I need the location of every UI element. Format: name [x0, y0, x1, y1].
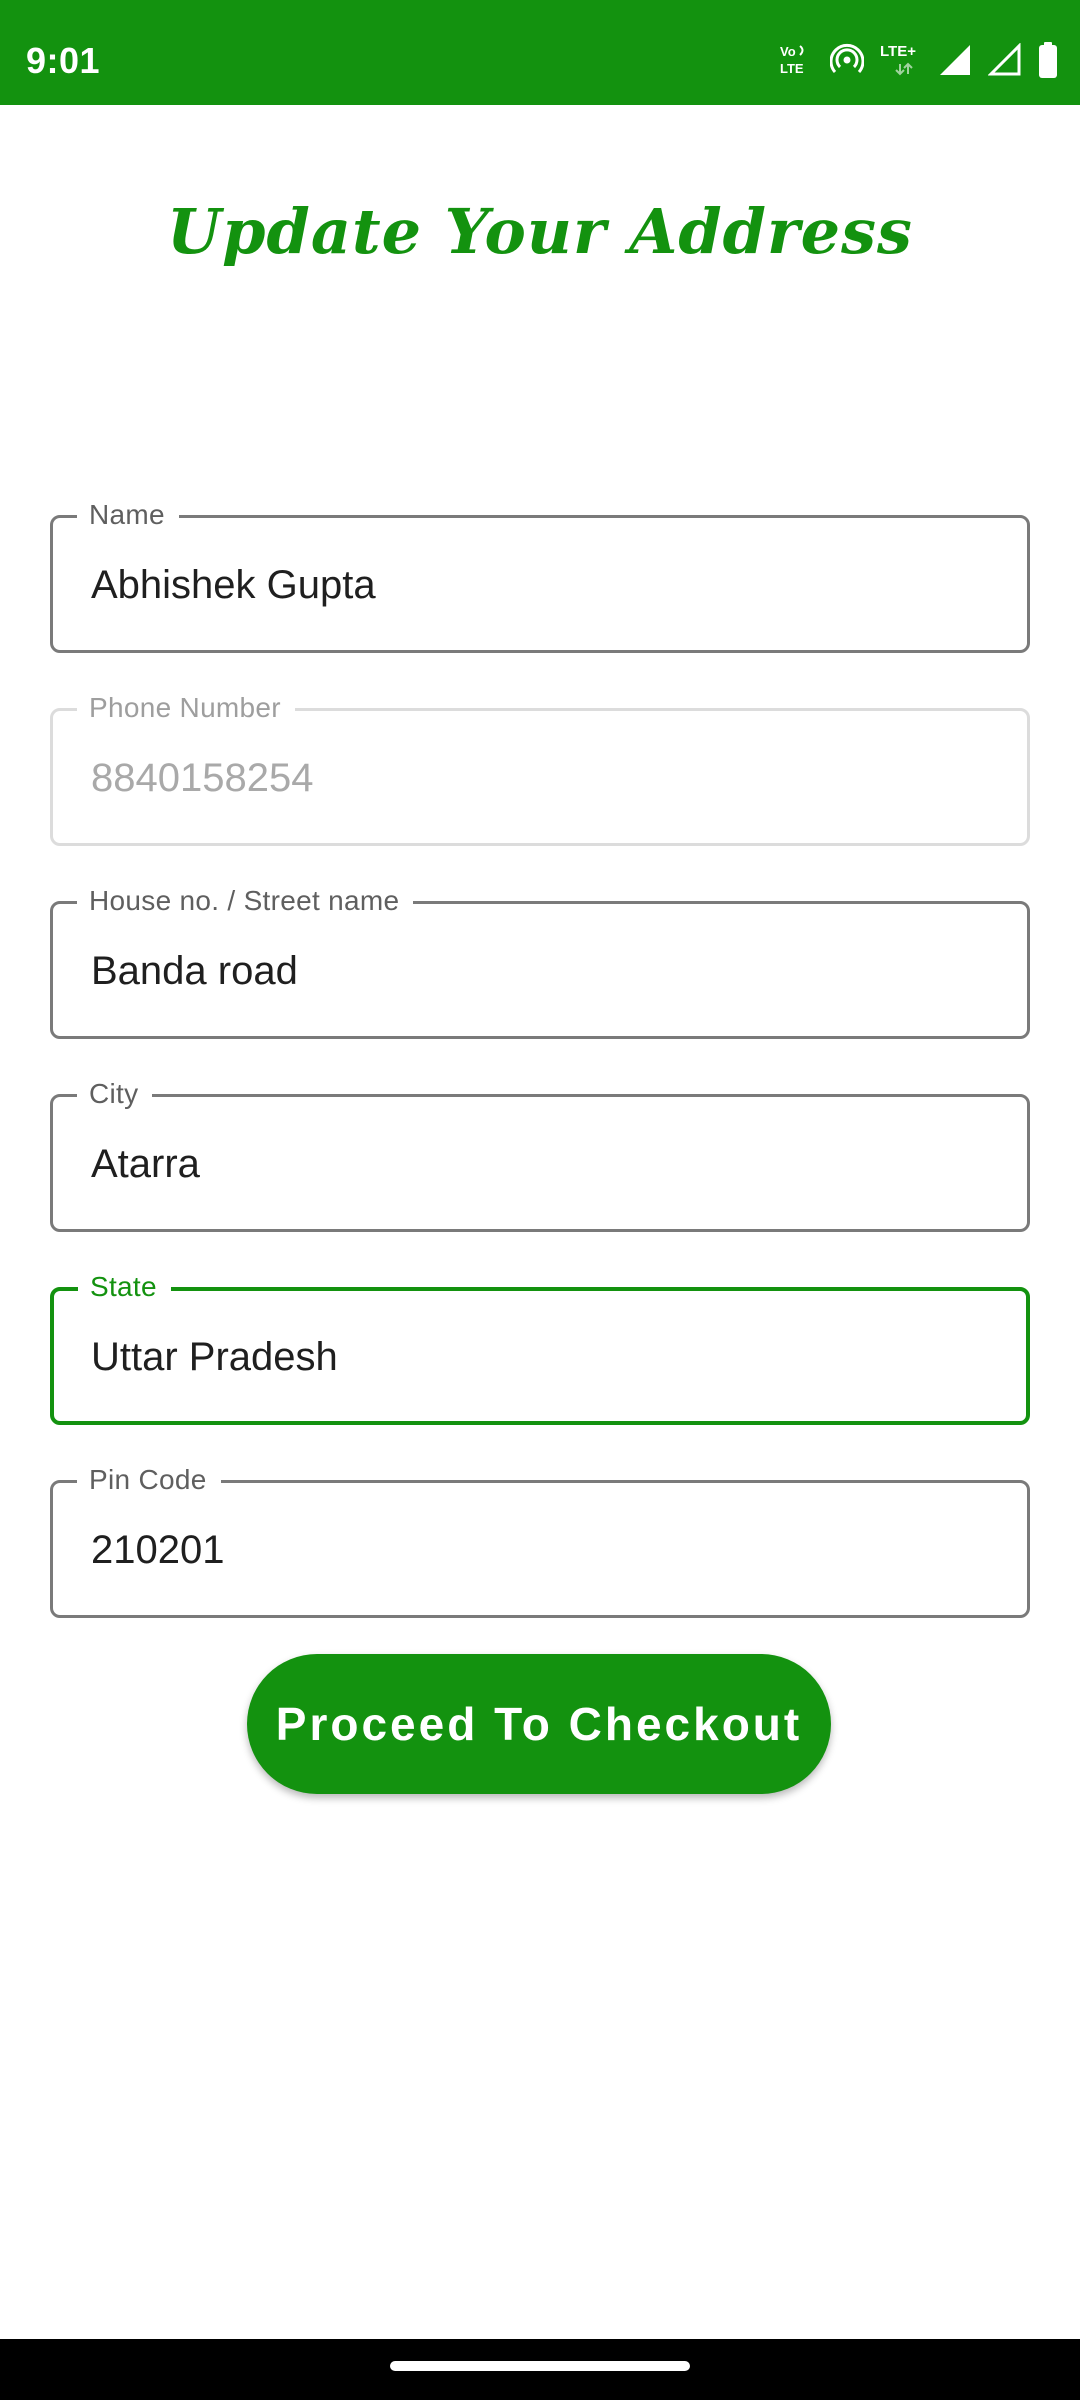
phone-input: 8840158254	[91, 756, 314, 800]
signal-empty-icon	[988, 43, 1022, 77]
status-icons: Vo LTE LTE+	[778, 40, 1058, 80]
street-field[interactable]: House no. / Street name Banda road	[50, 884, 1030, 1039]
name-label: Name	[77, 498, 179, 532]
name-field[interactable]: Name Abhishek Gupta	[50, 498, 1030, 653]
state-input[interactable]: Uttar Pradesh	[91, 1333, 991, 1381]
svg-text:Vo: Vo	[780, 44, 796, 59]
navigation-bar	[0, 2339, 1080, 2400]
lte-plus-icon: LTE+	[880, 42, 922, 78]
phone-field: Phone Number 8840158254	[50, 691, 1030, 846]
street-input[interactable]: Banda road	[91, 947, 991, 995]
state-label: State	[78, 1270, 171, 1304]
pin-input[interactable]: 210201	[91, 1526, 991, 1574]
city-field[interactable]: City Atarra	[50, 1077, 1030, 1232]
street-label: House no. / Street name	[77, 884, 414, 918]
address-screen: 9:01 Vo LTE LTE+ Update Your Address Nam…	[0, 0, 1080, 2400]
city-label: City	[77, 1077, 153, 1111]
pin-field[interactable]: Pin Code 210201	[50, 1463, 1030, 1618]
home-handle[interactable]	[390, 2361, 690, 2371]
name-input[interactable]: Abhishek Gupta	[91, 561, 991, 609]
proceed-to-checkout-button[interactable]: Proceed To Checkout	[247, 1654, 831, 1794]
phone-label: Phone Number	[77, 691, 295, 725]
signal-full-icon	[938, 43, 972, 77]
state-field[interactable]: State Uttar Pradesh	[50, 1270, 1030, 1425]
status-bar: 9:01 Vo LTE LTE+	[0, 0, 1080, 105]
battery-icon	[1038, 42, 1058, 78]
hotspot-icon	[830, 43, 864, 77]
pin-label: Pin Code	[77, 1463, 221, 1497]
page-title: Update Your Address	[167, 195, 913, 268]
status-time: 9:01	[26, 40, 101, 81]
svg-text:LTE: LTE	[780, 61, 804, 76]
svg-text:LTE+: LTE+	[880, 43, 916, 60]
volte-icon: Vo LTE	[778, 43, 814, 77]
city-input[interactable]: Atarra	[91, 1140, 991, 1188]
